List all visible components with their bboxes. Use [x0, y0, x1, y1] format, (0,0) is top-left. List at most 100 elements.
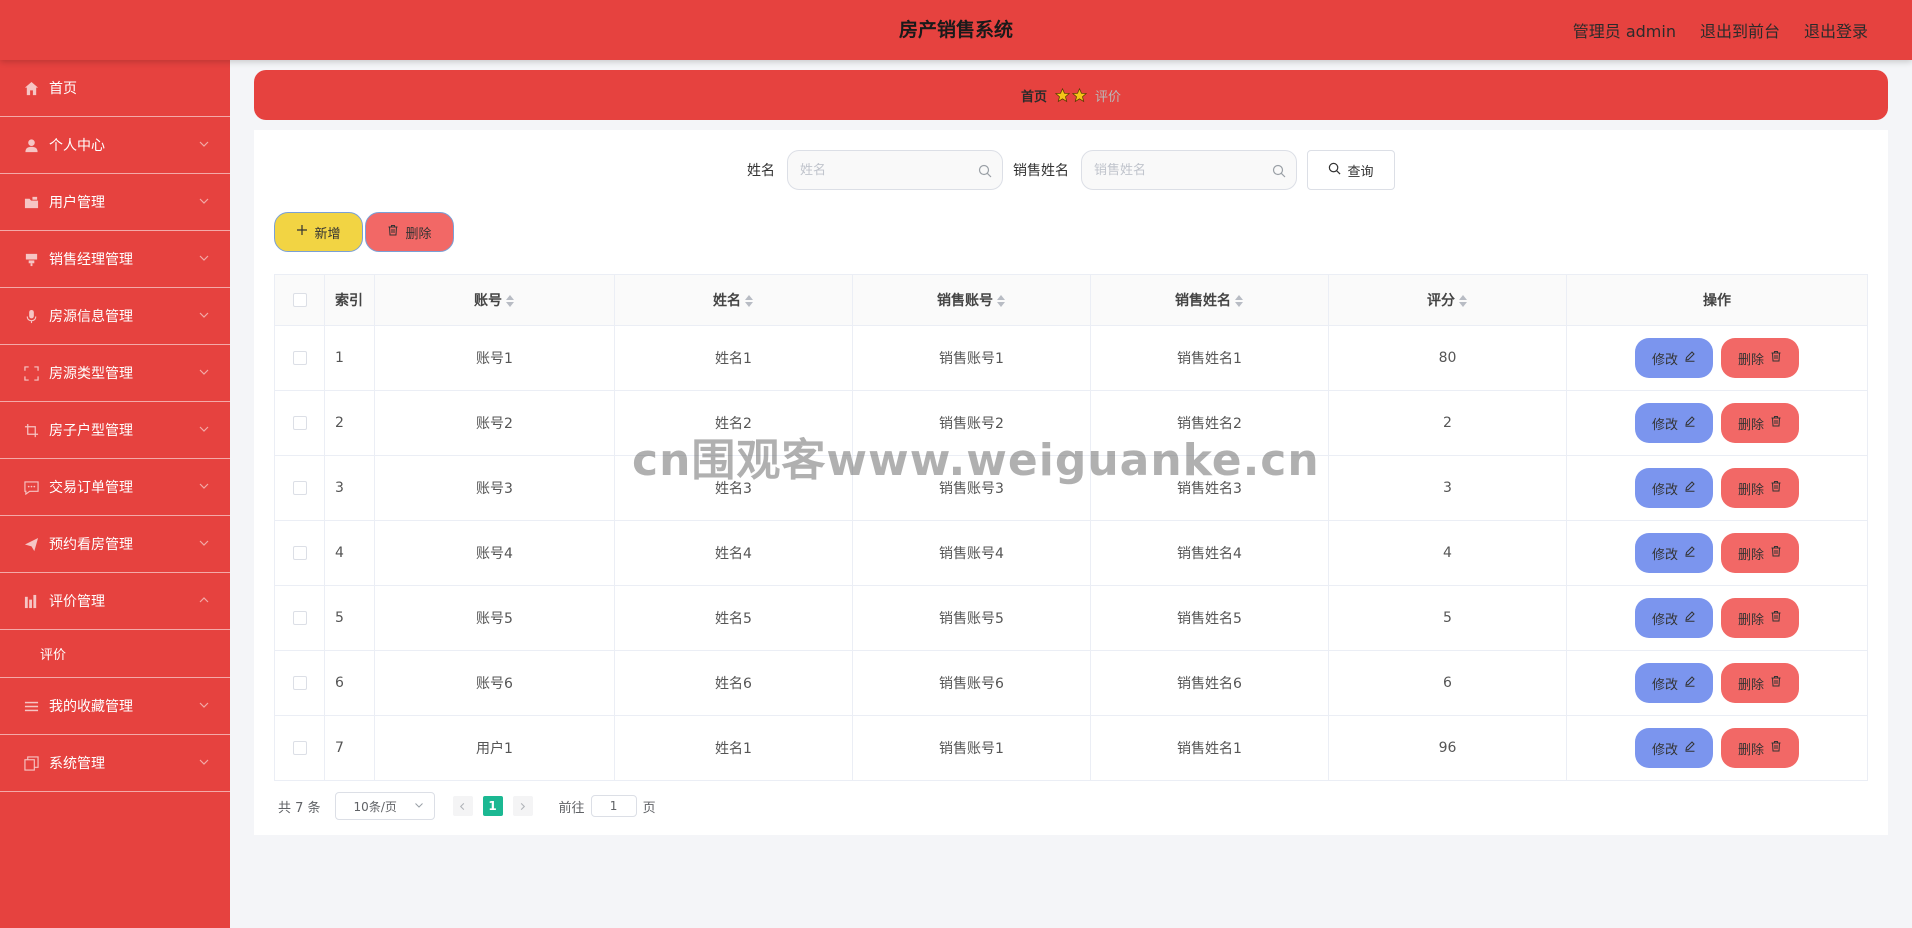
page-suffix: 页 — [642, 800, 656, 816]
table-row: 3 账号3 姓名3 销售账号3 销售姓名3 3 修改 删除 — [274, 455, 1868, 521]
sidebar: 首页 个人中心 用户管理 销售经理管理 房源信息管理 房源类型管理 房子户型管理… — [0, 60, 230, 928]
cell-index: 3 — [324, 455, 375, 521]
delete-button-label: 删除 — [1737, 612, 1764, 628]
row-checkbox[interactable] — [292, 481, 307, 495]
sidebar-item-label: 评价管理 — [49, 594, 105, 610]
sidebar-item-favorites[interactable]: 我的收藏管理 — [0, 678, 230, 735]
row-delete-button[interactable]: 删除 — [1721, 533, 1799, 573]
header-account[interactable]: 账号 — [374, 274, 615, 326]
cell-index: 7 — [324, 715, 375, 781]
cell-sales-account: 销售账号2 — [852, 390, 1091, 456]
query-button[interactable]: 查询 — [1307, 150, 1395, 190]
logout-link[interactable]: 退出登录 — [1804, 18, 1868, 42]
sidebar-item-label: 首页 — [49, 81, 77, 97]
sidebar-item-home[interactable]: 首页 — [0, 60, 230, 117]
microphone-icon — [24, 309, 39, 324]
sort-icon[interactable] — [1235, 294, 1244, 308]
content-card: 姓名 销售姓名 查询 新增 删除 索引 账号 — [254, 130, 1888, 835]
row-delete-button[interactable]: 删除 — [1721, 338, 1799, 378]
row-checkbox[interactable] — [292, 611, 307, 625]
breadcrumb-current: 评价 — [1095, 89, 1122, 105]
pencil-icon — [1684, 675, 1696, 691]
select-all-checkbox[interactable] — [292, 293, 307, 307]
sales-name-input[interactable] — [1094, 162, 1264, 178]
edit-button[interactable]: 修改 — [1635, 533, 1713, 573]
row-checkbox[interactable] — [292, 351, 307, 365]
prev-page-button[interactable] — [452, 796, 473, 816]
table-row: 2 账号2 姓名2 销售账号2 销售姓名2 2 修改 删除 — [274, 390, 1868, 456]
row-delete-button[interactable]: 删除 — [1721, 403, 1799, 443]
row-checkbox[interactable] — [292, 546, 307, 560]
sidebar-item-reviews[interactable]: 评价管理 — [0, 573, 230, 630]
header-account-label: 账号 — [474, 293, 502, 309]
table-row: 1 账号1 姓名1 销售账号1 销售姓名1 80 修改 删除 — [274, 325, 1868, 391]
header-sales-account[interactable]: 销售账号 — [852, 274, 1091, 326]
sidebar-item-property-types[interactable]: 房源类型管理 — [0, 345, 230, 402]
trash-icon — [1770, 350, 1782, 366]
edit-button[interactable]: 修改 — [1635, 728, 1713, 768]
breadcrumb-home[interactable]: 首页 — [1021, 86, 1047, 105]
sidebar-item-orders[interactable]: 交易订单管理 — [0, 459, 230, 516]
sort-icon[interactable] — [1459, 294, 1468, 308]
breadcrumb: 首页 评价 — [254, 70, 1888, 120]
sort-icon[interactable] — [745, 294, 754, 308]
row-select-cell — [274, 585, 325, 651]
add-button[interactable]: 新增 — [274, 212, 363, 252]
admin-user-label[interactable]: 管理员 admin — [1573, 18, 1676, 42]
sort-icon[interactable] — [997, 294, 1006, 308]
cell-account: 账号2 — [374, 390, 615, 456]
sidebar-item-sales-managers[interactable]: 销售经理管理 — [0, 231, 230, 288]
star-separator-icon — [1055, 87, 1087, 103]
sidebar-item-personal-center[interactable]: 个人中心 — [0, 117, 230, 174]
home-icon — [24, 81, 39, 96]
edit-button[interactable]: 修改 — [1635, 598, 1713, 638]
row-checkbox[interactable] — [292, 676, 307, 690]
row-delete-button[interactable]: 删除 — [1721, 468, 1799, 508]
sidebar-item-property-info[interactable]: 房源信息管理 — [0, 288, 230, 345]
row-checkbox[interactable] — [292, 741, 307, 755]
page-size-select[interactable]: 10条/页 — [334, 792, 435, 820]
sidebar-subitem-review[interactable]: 评价 — [0, 630, 230, 678]
header-name[interactable]: 姓名 — [614, 274, 853, 326]
pencil-icon — [1684, 610, 1696, 626]
delete-button-label: 删除 — [405, 226, 432, 242]
chevron-down-icon — [198, 309, 210, 321]
header-sales-account-label: 销售账号 — [937, 293, 993, 309]
batch-delete-button[interactable]: 删除 — [365, 212, 454, 252]
edit-button[interactable]: 修改 — [1635, 403, 1713, 443]
pencil-icon — [1684, 350, 1696, 366]
add-button-label: 新增 — [314, 226, 341, 242]
row-delete-button[interactable]: 删除 — [1721, 663, 1799, 703]
edit-button[interactable]: 修改 — [1635, 338, 1713, 378]
chat-icon — [24, 480, 39, 495]
top-bar: 房产销售系统 管理员 admin 退出到前台 退出登录 — [0, 0, 1912, 60]
sort-icon[interactable] — [506, 294, 515, 308]
goto-page-input[interactable]: 1 — [590, 795, 637, 817]
sidebar-item-users[interactable]: 用户管理 — [0, 174, 230, 231]
exit-to-front-link[interactable]: 退出到前台 — [1700, 18, 1780, 42]
cell-name: 姓名4 — [614, 520, 853, 586]
header-sales-name[interactable]: 销售姓名 — [1090, 274, 1329, 326]
name-input[interactable] — [800, 162, 970, 178]
edit-button[interactable]: 修改 — [1635, 663, 1713, 703]
pencil-icon — [1684, 480, 1696, 496]
cell-sales-account: 销售账号3 — [852, 455, 1091, 521]
table-header-row: 索引 账号 姓名 销售账号 销售姓名 评分 操作 — [274, 274, 1868, 326]
header-score[interactable]: 评分 — [1328, 274, 1567, 326]
cell-score: 6 — [1328, 650, 1567, 716]
cell-operations: 修改 删除 — [1566, 455, 1868, 521]
cell-index: 5 — [324, 585, 375, 651]
sidebar-item-viewing-appointments[interactable]: 预约看房管理 — [0, 516, 230, 573]
sidebar-item-system[interactable]: 系统管理 — [0, 735, 230, 792]
chevron-down-icon — [198, 252, 210, 264]
page-number-current[interactable]: 1 — [482, 796, 503, 816]
next-page-button[interactable] — [512, 796, 533, 816]
cell-sales-account: 销售账号1 — [852, 325, 1091, 391]
sidebar-item-floor-plans[interactable]: 房子户型管理 — [0, 402, 230, 459]
row-select-cell — [274, 520, 325, 586]
row-checkbox[interactable] — [292, 416, 307, 430]
cell-score: 5 — [1328, 585, 1567, 651]
row-delete-button[interactable]: 删除 — [1721, 598, 1799, 638]
edit-button[interactable]: 修改 — [1635, 468, 1713, 508]
row-delete-button[interactable]: 删除 — [1721, 728, 1799, 768]
